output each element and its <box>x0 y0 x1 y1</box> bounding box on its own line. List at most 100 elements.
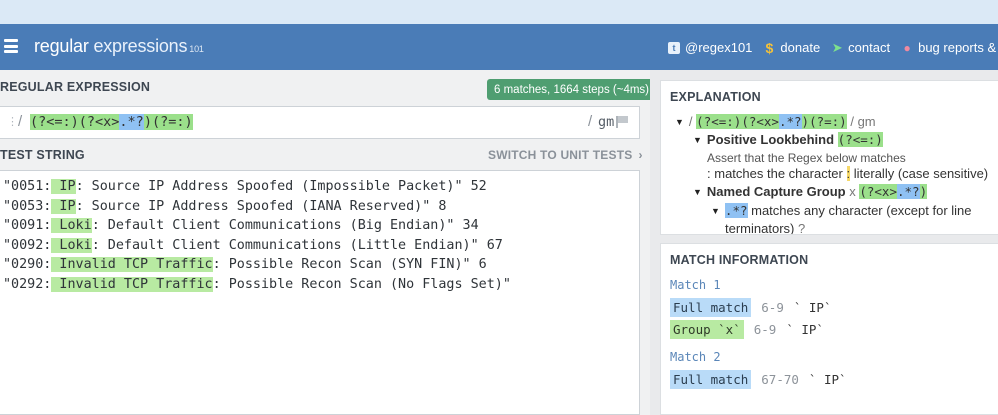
header-nav: t @regex101 $ donate ➤ contact ● bug reports… <box>668 39 998 56</box>
browser-top-strip <box>0 0 998 24</box>
drag-handle-icon[interactable]: ⋮ <box>7 115 18 128</box>
regex-token: .*? <box>119 114 144 130</box>
regex-input[interactable]: ⋮ / (?<=:) (?<x> .*?) (?=:) / gm <box>0 106 640 139</box>
test-line: "0292: Invalid TCP Traffic: Possible Rec… <box>3 276 511 292</box>
match-highlight: Invalid TCP Traffic <box>51 257 213 272</box>
test-line: "0092: Loki: Default Client Communicatio… <box>3 237 503 253</box>
explanation-dotstar-cont: terminators) ? <box>725 221 805 235</box>
match-highlight: Loki <box>51 218 92 233</box>
test-line: "0290: Invalid TCP Traffic: Possible Rec… <box>3 257 487 272</box>
match-range: 6-9 <box>761 300 784 315</box>
explanation-root[interactable]: ▼ / (?<=:) (?<x> .*?) (?=:) / gm <box>675 114 876 129</box>
test-line-text: : Possible Recon Scan (SYN FIN)" 6 <box>212 257 487 272</box>
collapse-triangle-icon[interactable]: ▼ <box>693 187 702 197</box>
regex-token: (?<=:) <box>696 114 742 129</box>
test-line: "0091: Loki: Default Client Communicatio… <box>3 218 479 233</box>
match-highlight: Loki <box>51 237 92 253</box>
regex-token: (?=:) <box>809 114 847 129</box>
match-range: 6-9 <box>753 322 777 337</box>
collapse-triangle-icon[interactable]: ▼ <box>675 117 684 127</box>
match-count-badge: 6 matches, 1664 steps (~4ms) <box>487 79 657 100</box>
donate-link[interactable]: $ donate <box>763 39 821 56</box>
flag-icon[interactable] <box>616 116 628 128</box>
donate-link-label: donate <box>780 40 821 55</box>
contact-link[interactable]: ➤ contact <box>831 39 891 56</box>
match-value: ` IP` <box>786 322 824 337</box>
test-line-text: : Source IP Address Spoofed (Impossible … <box>75 179 487 194</box>
literal-token: : <box>846 166 851 181</box>
logo-main: regular <box>34 36 89 56</box>
chevron-right-icon: › <box>638 148 643 162</box>
test-line: "0053: IP: Source IP Address Spoofed (IA… <box>3 198 447 214</box>
match-row[interactable]: Group `x` 6-9 ` IP` <box>670 320 824 339</box>
match-label[interactable]: Match 2 <box>670 350 721 364</box>
explanation-text: terminators) <box>725 221 795 235</box>
menu-icon[interactable] <box>4 39 18 53</box>
logo[interactable]: regular expressions 101 <box>34 36 204 57</box>
collapse-triangle-icon[interactable]: ▼ <box>711 206 720 216</box>
test-line-text: "0292: <box>3 276 52 292</box>
match-info-title: MATCH INFORMATION <box>670 253 809 267</box>
bug-reports-link[interactable]: ● bug reports & fee <box>901 40 998 55</box>
paper-plane-icon: ➤ <box>831 39 843 55</box>
collapse-triangle-icon[interactable]: ▼ <box>693 135 702 145</box>
test-line: "0051: IP: Source IP Address Spoofed (Im… <box>3 179 487 194</box>
twitter-link[interactable]: t @regex101 <box>668 40 752 55</box>
regex-token: .*? <box>778 114 802 129</box>
switch-to-unit-tests-button[interactable]: SWITCH TO UNIT TESTS › <box>488 148 643 162</box>
match-label[interactable]: Match 1 <box>670 278 721 292</box>
test-line-text: : Source IP Address Spoofed (IANA Reserv… <box>75 198 447 214</box>
node-label: Positive Lookbehind <box>706 132 835 147</box>
test-line-text: "0053: <box>3 198 52 214</box>
explanation-lookbehind[interactable]: ▼ Positive Lookbehind (?<=:) <box>693 132 883 147</box>
contact-link-label: contact <box>848 40 891 55</box>
explanation-assert: Assert that the Regex below matches <box>707 151 906 165</box>
regex-token: (?<x> <box>741 114 779 129</box>
match-information-panel: MATCH INFORMATION Match 1 Full match 6-9… <box>660 243 998 415</box>
regex-token: ) <box>143 114 152 130</box>
test-string-input[interactable]: "0051: IP: Source IP Address Spoofed (Im… <box>0 170 640 415</box>
test-line-text: "0092: <box>3 237 52 253</box>
match-row[interactable]: Full match 6-9 ` IP` <box>670 298 831 317</box>
test-string-title: TEST STRING <box>0 148 85 162</box>
full-match-tag: Full match <box>670 370 752 389</box>
test-line-text: "0051: <box>3 179 52 194</box>
regex-pattern[interactable]: (?<=:) (?<x> .*?) (?=:) <box>30 114 193 130</box>
explanation-dotstar[interactable]: ▼ .*? matches any character (except for … <box>711 203 972 218</box>
regex-token: (?=:) <box>151 114 193 130</box>
regex-token: .*? <box>724 203 748 218</box>
bug-reports-link-label: bug reports & fee <box>918 40 998 55</box>
explanation-named-group[interactable]: ▼ Named Capture Group x (?<x> .*?) <box>693 184 928 199</box>
twitter-icon: t <box>668 41 680 54</box>
test-line-text: : Possible Recon Scan (No Flags Set)" <box>212 276 511 292</box>
test-line-text: : Default Client Communications (Big End… <box>91 218 479 233</box>
colon-char: : <box>707 166 711 181</box>
explanation-title: EXPLANATION <box>670 90 761 104</box>
logo-second: expressions <box>88 36 188 56</box>
group-name: x <box>849 184 856 199</box>
match-highlight: IP <box>51 179 76 194</box>
dollar-icon: $ <box>765 39 774 56</box>
test-line-text: "0091: <box>3 218 52 233</box>
regex-token: .*? <box>897 184 920 199</box>
test-line-text: : Default Client Communications (Little … <box>91 237 503 253</box>
twitter-link-label: @regex101 <box>685 40 753 55</box>
explanation-text: matches the character <box>714 166 843 181</box>
regex-token: (?<=:) <box>30 114 79 130</box>
full-match-tag: Full match <box>670 298 752 317</box>
match-row[interactable]: Full match 67-70 ` IP` <box>670 370 847 389</box>
explanation-text: matches any character (except for line <box>751 203 972 218</box>
regex-token: ) <box>801 114 810 129</box>
regex-flags[interactable]: gm <box>598 114 614 130</box>
match-value: ` IP` <box>793 300 832 315</box>
explanation-colon: : matches the character : literally (cas… <box>707 166 988 181</box>
switch-unit-tests-label: SWITCH TO UNIT TESTS <box>488 148 633 162</box>
regex-section-title: REGULAR EXPRESSION <box>0 80 151 94</box>
group-tag: Group `x` <box>670 320 744 339</box>
regex-delimiter-open: / <box>18 113 23 130</box>
help-icon[interactable]: ? <box>798 221 805 234</box>
regex-token: ) <box>919 184 928 199</box>
node-label: Named Capture Group <box>706 184 846 199</box>
logo-sub: 101 <box>189 44 204 54</box>
explanation-panel: EXPLANATION ▼ / (?<=:) (?<x> .*?) (?=:) / g… <box>660 80 998 235</box>
